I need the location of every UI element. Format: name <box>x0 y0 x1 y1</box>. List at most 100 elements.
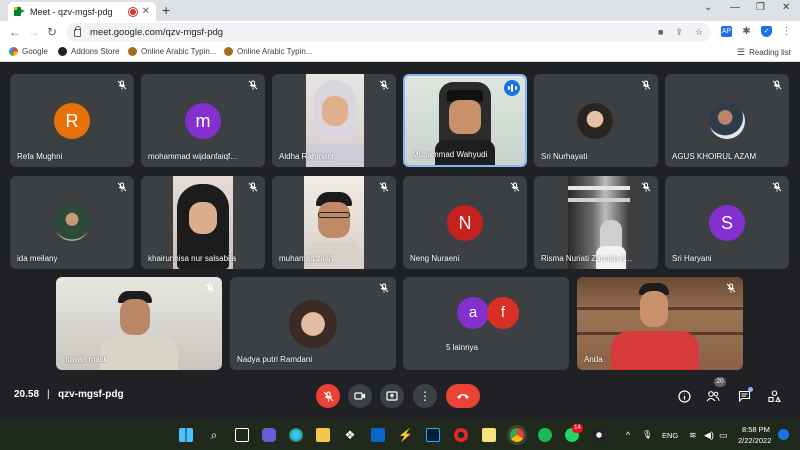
participant-tile[interactable]: m mohammad wijdanfaiqf... <box>141 74 265 167</box>
bookmark-google[interactable]: Google <box>9 47 48 56</box>
participant-tile[interactable]: AGUS KHOIRUL AZAM <box>665 74 789 167</box>
reading-list-icon: ☰ <box>737 47 746 57</box>
participant-name: Sri Haryani <box>672 254 712 263</box>
clock-time[interactable]: 8:58 PM <box>742 425 770 434</box>
participant-tile[interactable]: Aldha Rahmani <box>272 74 396 167</box>
participant-name: Refa Mughni <box>17 152 63 161</box>
spotify-icon[interactable] <box>538 428 552 442</box>
minimize-icon[interactable]: — <box>730 2 740 13</box>
extensions-puzzle-icon[interactable]: ✱ <box>741 26 752 37</box>
camera-icon[interactable]: ■ <box>658 27 663 38</box>
menu-kebab-icon[interactable]: ⋮ <box>781 26 792 37</box>
avatar: f <box>487 297 519 329</box>
obs-icon[interactable] <box>592 428 606 442</box>
participant-tile[interactable]: Sri Nurhayati <box>534 74 658 167</box>
participant-name: Anda <box>584 355 603 364</box>
participant-tile[interactable]: R Refa Mughni <box>10 74 134 167</box>
meeting-details-button[interactable] <box>676 388 692 404</box>
participant-tile[interactable]: ridwan malik <box>56 277 222 370</box>
tray-chevron-icon[interactable]: ^ <box>626 430 630 440</box>
clock-date[interactable]: 2/22/2022 <box>738 436 771 445</box>
participant-tile[interactable]: S Sri Haryani <box>665 176 789 269</box>
profile-photo <box>54 205 90 241</box>
restore-icon[interactable]: ❐ <box>756 2 765 13</box>
mic-off-icon <box>205 283 215 293</box>
photoshop-icon[interactable] <box>426 428 440 442</box>
meeting-code: qzv-mgsf-pdg <box>58 389 124 400</box>
file-explorer-icon[interactable] <box>316 428 330 442</box>
participant-name: Neng Nuraeni <box>410 254 460 263</box>
info-icon <box>677 389 691 403</box>
bookmark-arabic-typing-1[interactable]: Online Arabic Typin... <box>128 47 216 56</box>
mic-toggle-button[interactable] <box>316 384 340 408</box>
address-bar[interactable]: meet.google.com/qzv-mgsf-pdg ■ ⇪ ☆ <box>66 23 711 42</box>
task-view-icon[interactable] <box>235 428 249 442</box>
participant-tile[interactable]: muhamad zilan <box>272 176 396 269</box>
battery-icon[interactable]: ▭ <box>719 430 728 441</box>
reload-icon[interactable]: ↻ <box>47 25 57 39</box>
edge-icon[interactable] <box>289 428 303 442</box>
participant-tile[interactable]: Nadya putri Ramdani <box>230 277 396 370</box>
search-icon[interactable]: ⌕ <box>207 428 221 442</box>
divider: | <box>47 389 50 400</box>
browser-toolbar: ← → ↻ meet.google.com/qzv-mgsf-pdg ■ ⇪ ☆… <box>0 21 800 44</box>
shield-icon[interactable]: ✓ <box>761 26 772 37</box>
arabic-typing-icon <box>128 47 137 56</box>
arabic-typing-icon <box>224 47 233 56</box>
sticky-notes-icon[interactable] <box>482 428 496 442</box>
participant-tile-active-speaker[interactable]: Muhammad Wahyudi <box>403 74 527 167</box>
present-screen-button[interactable] <box>380 384 404 408</box>
participant-tile[interactable]: Risma Nuriati Zannah A... <box>534 176 658 269</box>
more-vert-icon: ⋮ <box>419 389 431 403</box>
leave-call-button[interactable] <box>446 384 480 408</box>
participant-name: mohammad wijdanfaiqf... <box>148 152 237 161</box>
chrome-icon[interactable] <box>510 428 524 442</box>
mail-icon[interactable] <box>371 428 385 442</box>
windows-taskbar: ⌕ ❖ ⚡ 14 ^ 🎙 ENG ≋ ◀) ▭ 8:58 PM 2/22/202… <box>0 420 800 450</box>
whatsapp-notification-badge: 14 <box>572 424 583 433</box>
tab-search-icon[interactable]: ⌄ <box>704 2 712 13</box>
participant-tile[interactable]: ida meilany <box>10 176 134 269</box>
dropbox-icon[interactable]: ❖ <box>343 428 357 442</box>
bookmark-arabic-typing-2[interactable]: Online Arabic Typin... <box>224 47 312 56</box>
participant-name: Muhammad Wahyudi <box>412 150 488 159</box>
camera-toggle-button[interactable] <box>348 384 372 408</box>
participant-tile[interactable]: khairunnisa nur salsabila <box>141 176 265 269</box>
bookmark-star-icon[interactable]: ☆ <box>695 27 703 38</box>
people-icon <box>706 391 720 402</box>
browser-tab-meet[interactable]: Meet - qzv-mgsf-pdg ✕ <box>8 2 156 21</box>
tab-close-icon[interactable]: ✕ <box>142 6 150 17</box>
wifi-icon[interactable]: ≋ <box>689 430 697 441</box>
people-button[interactable] <box>705 388 721 404</box>
opera-icon[interactable] <box>454 428 468 442</box>
mic-tray-icon[interactable]: 🎙 <box>642 430 652 439</box>
extension-ap-icon[interactable]: AP <box>721 26 732 37</box>
start-windows-icon[interactable] <box>179 428 193 442</box>
bookmark-addons-store[interactable]: Addons Store <box>58 47 119 56</box>
addons-icon <box>58 47 67 56</box>
language-indicator[interactable]: ENG <box>662 431 678 440</box>
share-icon[interactable]: ⇪ <box>675 27 683 38</box>
mic-off-icon <box>117 80 127 90</box>
forward-icon[interactable]: → <box>28 25 40 39</box>
mic-off-icon <box>323 391 333 401</box>
slash-app-icon[interactable]: ⚡ <box>398 428 413 442</box>
teams-chat-icon[interactable] <box>262 428 276 442</box>
recording-icon <box>128 7 137 16</box>
participant-tile[interactable]: N Neng Nuraeni <box>403 176 527 269</box>
back-icon[interactable]: ← <box>9 25 21 39</box>
meeting-time: 20.58 <box>14 389 40 400</box>
more-options-button[interactable]: ⋮ <box>413 384 437 408</box>
others-tile[interactable]: a f 5 lainnya <box>403 277 569 370</box>
notification-center-icon[interactable] <box>778 429 789 440</box>
reading-list[interactable]: ☰ Reading list <box>737 47 791 58</box>
new-tab-icon[interactable]: + <box>162 3 170 17</box>
self-tile[interactable]: Anda <box>577 277 743 370</box>
chat-button[interactable] <box>736 387 753 404</box>
participant-name: AGUS KHOIRUL AZAM <box>672 152 757 161</box>
avatar: S <box>709 205 745 241</box>
volume-icon[interactable]: ◀) <box>704 430 714 441</box>
activities-button[interactable] <box>766 388 782 404</box>
close-window-icon[interactable]: ✕ <box>782 2 790 13</box>
hang-up-icon <box>457 394 469 399</box>
